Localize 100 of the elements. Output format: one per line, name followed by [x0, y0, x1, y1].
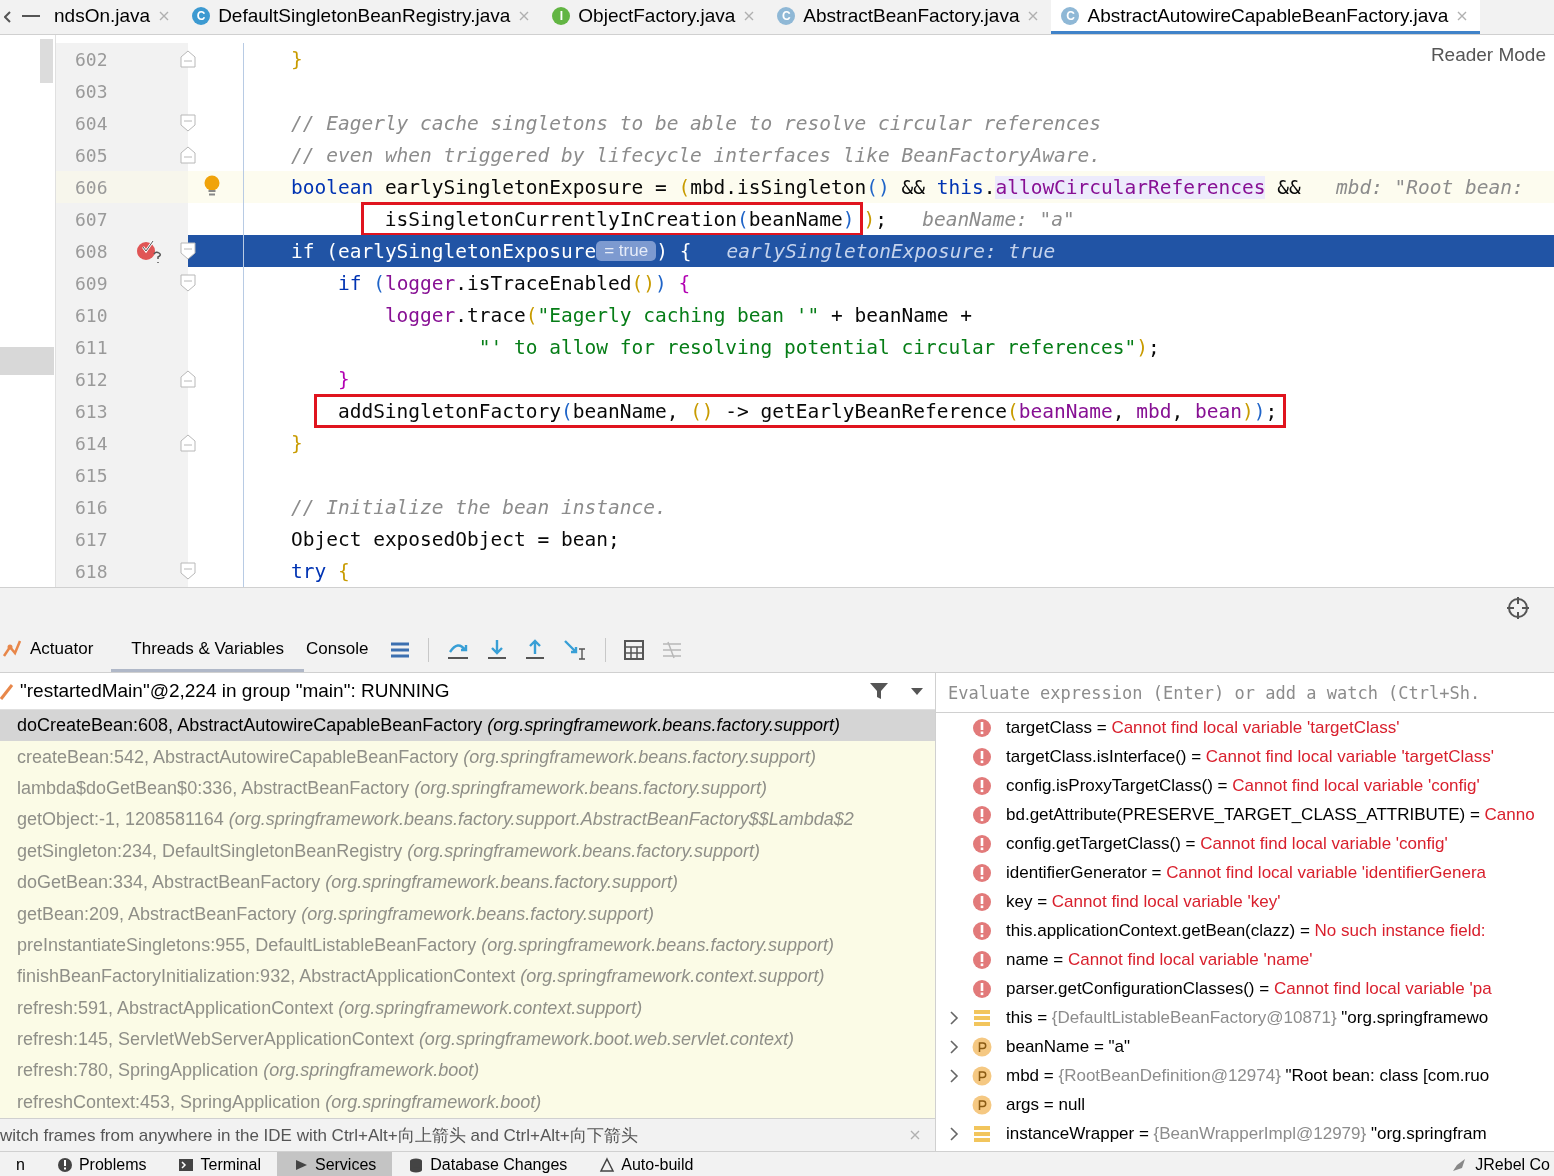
fold-icon[interactable]	[180, 242, 196, 260]
code-token: ;	[1148, 335, 1160, 359]
line-number: 611	[74, 336, 109, 358]
line-number: 613	[74, 400, 109, 422]
error-icon	[972, 978, 992, 999]
hint-text: witch frames from anywhere in the IDE with Ctrl+Alt+向上箭头 and Ctrl+Alt+向下箭头	[0, 1124, 638, 1147]
line-number: 610	[74, 304, 109, 326]
expand-icon[interactable]	[949, 1125, 959, 1142]
variable-row[interactable]: mbd = {RootBeanDefinition@12974} "Root bean: class [com.ruo	[936, 1061, 1554, 1090]
tool-window-tab[interactable]: n	[0, 1152, 41, 1176]
line-number: 604	[74, 112, 109, 134]
line-number: 608	[74, 240, 109, 262]
error-icon	[972, 862, 992, 883]
variable-row[interactable]: targetClass.isInterface() = Cannot find local variable 'targetClass'	[936, 742, 1554, 771]
line-number: 612	[74, 368, 109, 390]
scrollbar-thumb[interactable]	[40, 39, 53, 83]
close-icon[interactable]	[743, 9, 756, 22]
variable-row[interactable]: this.applicationContext.getBean(clazz) = No such instance field:	[936, 916, 1554, 945]
minimize-icon[interactable]	[22, 15, 40, 19]
code-token: .trace	[455, 303, 526, 327]
code-token: try	[289, 559, 328, 583]
code-token: .isTraceEnabled	[455, 271, 632, 295]
crosshair-icon[interactable]	[1506, 596, 1530, 620]
variable-row[interactable]: args = null	[936, 1090, 1554, 1119]
variable-row[interactable]: config.getTargetClass() = Cannot find local variable 'config'	[936, 829, 1554, 858]
stack-frame[interactable]: doCreateBean:608, AbstractAutowireCapableBeanFactory (org.springframework.beans.factory.support)	[0, 710, 935, 742]
editor-tab[interactable]: ndsOn.java	[44, 0, 183, 34]
menu-icon[interactable]	[390, 641, 411, 659]
database-icon	[408, 1157, 425, 1173]
variable-row[interactable]: parser.getConfigurationClasses() = Cannot find local variable 'pa	[936, 974, 1554, 1003]
code-token: (	[373, 271, 385, 295]
code-token: boolean	[289, 175, 374, 199]
code-token: .	[983, 175, 996, 199]
code-token: ;	[875, 207, 888, 231]
code-token: beanName	[748, 207, 843, 231]
debug-tab[interactable]: Threads & Variables	[111, 628, 305, 672]
tool-window-tab[interactable]: Terminal	[162, 1152, 277, 1176]
step-out-icon[interactable]	[525, 639, 546, 661]
plugin-status[interactable]: JRebel Co	[1475, 1156, 1550, 1174]
variable-row[interactable]: identifierGenerator = Cannot find local variable 'identifierGenera	[936, 858, 1554, 887]
editor-tab[interactable]: C AbstractBeanFactory.java	[767, 0, 1052, 34]
code-token: &&	[1276, 175, 1302, 199]
variable-row[interactable]: name = Cannot find local variable 'name'	[936, 945, 1554, 974]
triangle-icon	[599, 1157, 616, 1173]
line-number: 607	[74, 208, 109, 230]
debug-tab[interactable]: Actuator	[0, 628, 112, 672]
close-icon[interactable]	[909, 1129, 921, 1141]
step-into-icon[interactable]	[487, 639, 508, 661]
inline-value: = true	[596, 241, 657, 261]
code-token: )	[842, 207, 855, 231]
tool-window-tab[interactable]: Database Changes	[392, 1152, 584, 1176]
code-token: {	[337, 559, 350, 583]
expand-icon[interactable]	[949, 1038, 959, 1055]
code-token: )	[1253, 399, 1266, 423]
variable-row[interactable]: targetClass = Cannot find local variable 'targetClass'	[936, 713, 1554, 742]
parameter-icon	[972, 1065, 992, 1086]
filter-icon[interactable]	[869, 682, 889, 700]
code-token: isSingletonCurrentlyInCreation	[384, 207, 738, 231]
code-token: (	[678, 175, 691, 199]
code-token: (	[1007, 399, 1019, 423]
back-icon[interactable]	[4, 9, 12, 25]
variable-row[interactable]: instanceWrapper = {BeanWrapperImpl@12979} "org.springfram	[936, 1119, 1554, 1148]
inline-hint: earlySingletonExposure: true	[726, 239, 1056, 263]
code-token: ) {	[656, 239, 693, 263]
error-icon	[972, 833, 992, 854]
code-token: mbd	[1136, 399, 1172, 423]
code-token: ()	[866, 175, 890, 199]
variable-row[interactable]: beanName = "a"	[936, 1032, 1554, 1061]
close-icon[interactable]	[1027, 9, 1040, 22]
variable-row[interactable]: key = Cannot find local variable 'key'	[936, 887, 1554, 916]
line-number: 614	[74, 432, 109, 454]
close-icon[interactable]	[1456, 9, 1469, 22]
calculator-icon[interactable]	[624, 640, 645, 660]
breakpoint-icon[interactable]	[135, 238, 163, 264]
variable-row[interactable]: this = {DefaultListableBeanFactory@10871} "org.springframewo	[936, 1003, 1554, 1032]
variable-row[interactable]: config.isProxyTargetClass() = Cannot find local variable 'config'	[936, 771, 1554, 800]
lightbulb-icon[interactable]	[204, 175, 220, 199]
line-number: 603	[74, 80, 109, 102]
editor-tab[interactable]: I ObjectFactory.java	[542, 0, 768, 34]
tool-window-tab[interactable]: Problems	[40, 1152, 163, 1176]
code-token: )	[654, 271, 668, 295]
run-to-cursor-icon[interactable]	[563, 639, 588, 661]
error-icon	[972, 804, 992, 825]
code-token: (	[560, 399, 573, 423]
close-icon[interactable]	[158, 9, 171, 22]
close-icon[interactable]	[518, 9, 531, 22]
inline-hint: mbd: "Root bean:	[1335, 175, 1524, 199]
editor-tab[interactable]: C AbstractAutowireCapableBeanFactory.java	[1051, 0, 1481, 34]
code-token: if	[336, 271, 363, 295]
reader-mode-link[interactable]: Reader Mode	[1424, 43, 1552, 67]
tool-window-tab[interactable]: Auto-build	[583, 1152, 710, 1176]
code-token: )	[1136, 335, 1148, 359]
thread-status[interactable]: "restartedMain"@2,224 in group "main": RUNNING	[20, 680, 863, 702]
tool-window-tab[interactable]: Services	[276, 1152, 393, 1176]
expand-icon[interactable]	[949, 1067, 959, 1084]
variable-row[interactable]: bd.getAttribute(PRESERVE_TARGET_CLASS_ATTRIBUTE) = Canno	[936, 800, 1554, 829]
debug-tab[interactable]: Console	[304, 628, 387, 672]
editor-tab[interactable]: C DefaultSingletonBeanRegistry.java	[182, 0, 543, 34]
expand-icon[interactable]	[949, 1009, 959, 1026]
field-icon	[972, 1123, 992, 1144]
